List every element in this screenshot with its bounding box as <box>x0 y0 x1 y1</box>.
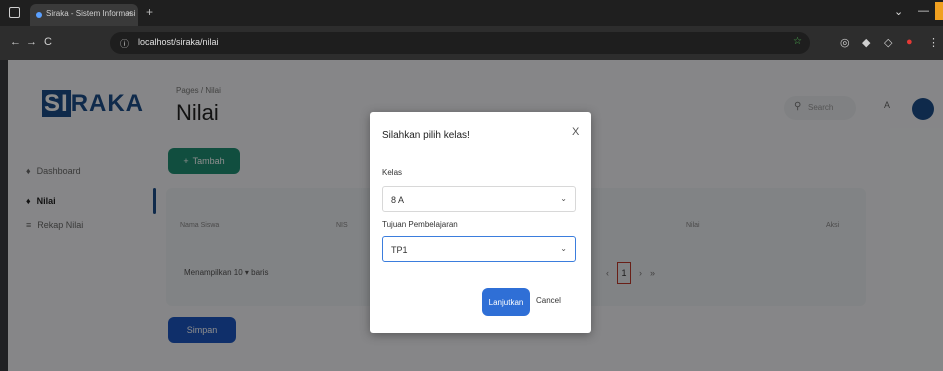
extension-icon[interactable]: ◆ <box>862 36 870 49</box>
minimize-button[interactable]: — <box>918 5 929 17</box>
browser-toolbar: ← → C ⓘ localhost/siraka/nilai ☆ ◎ ◆ ◇ ●… <box>0 26 943 60</box>
close-icon[interactable]: X <box>572 126 579 138</box>
tab-search-icon[interactable]: ⌄ <box>894 5 903 18</box>
chevron-down-icon: ⌄ <box>560 244 567 253</box>
forward-button[interactable]: → <box>26 36 37 48</box>
browser-tab[interactable]: Siraka - Sistem Informasi × <box>30 4 138 26</box>
select-class-modal: Silahkan pilih kelas! X Kelas 8 A ⌄ Tuju… <box>370 112 591 333</box>
extension-icon[interactable]: ● <box>906 36 913 48</box>
site-info-icon[interactable]: ⓘ <box>120 37 129 50</box>
tujuan-select[interactable]: TP1 ⌄ <box>382 236 576 262</box>
window-close-button[interactable] <box>935 2 943 20</box>
window-icon <box>9 7 20 18</box>
tujuan-label: Tujuan Pembelajaran <box>382 220 458 229</box>
cancel-button[interactable]: Cancel <box>536 296 561 305</box>
reload-button[interactable]: C <box>44 36 52 48</box>
kelas-value: 8 A <box>391 195 405 205</box>
back-button[interactable]: ← <box>10 36 21 48</box>
chevron-down-icon: ⌄ <box>560 194 567 203</box>
kelas-select[interactable]: 8 A ⌄ <box>382 186 576 212</box>
modal-title: Silahkan pilih kelas! <box>382 130 470 141</box>
bookmark-star-icon[interactable]: ☆ <box>793 36 802 47</box>
tab-title: Siraka - Sistem Informasi <box>46 9 136 18</box>
kelas-label: Kelas <box>382 168 403 177</box>
extension-icon[interactable]: ◎ <box>840 36 850 49</box>
address-bar[interactable]: ⓘ localhost/siraka/nilai ☆ <box>110 32 810 54</box>
url-text[interactable]: localhost/siraka/nilai <box>138 37 219 47</box>
tab-close-icon[interactable]: × <box>127 8 132 18</box>
menu-icon[interactable]: ⋮ <box>928 36 939 49</box>
browser-tab-bar: Siraka - Sistem Informasi × + ⌄ — <box>0 0 943 26</box>
tujuan-value: TP1 <box>391 245 408 255</box>
extension-icon[interactable]: ◇ <box>884 36 892 49</box>
favicon-icon <box>36 12 42 18</box>
new-tab-button[interactable]: + <box>146 5 153 19</box>
continue-button[interactable]: Lanjutkan <box>482 288 530 316</box>
